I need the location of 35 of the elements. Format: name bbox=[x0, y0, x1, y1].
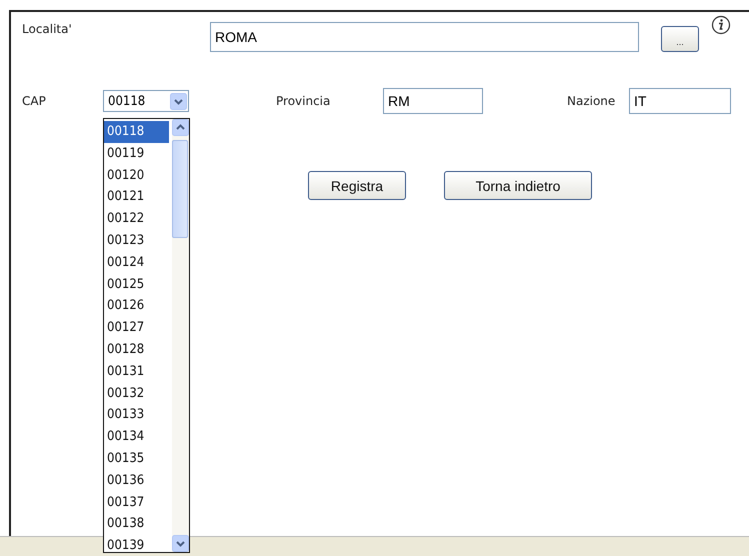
cap-option[interactable]: 00131 bbox=[104, 360, 169, 383]
cap-option[interactable]: 00121 bbox=[104, 186, 169, 208]
provincia-field[interactable]: RM bbox=[383, 88, 483, 114]
cap-option[interactable]: 00120 bbox=[104, 164, 169, 186]
cap-option[interactable]: 00123 bbox=[104, 230, 169, 252]
scroll-up-icon[interactable] bbox=[172, 119, 189, 136]
info-icon[interactable] bbox=[711, 15, 731, 35]
cap-option[interactable]: 00136 bbox=[104, 470, 169, 492]
register-button[interactable]: Registra bbox=[308, 171, 406, 200]
cap-option[interactable]: 00128 bbox=[104, 338, 169, 361]
cap-option[interactable]: 00126 bbox=[104, 295, 169, 318]
cap-option[interactable]: 00135 bbox=[104, 448, 169, 470]
cap-option[interactable]: 00133 bbox=[104, 404, 169, 426]
localita-label: Localita' bbox=[22, 22, 73, 36]
cap-option[interactable]: 00137 bbox=[104, 492, 169, 514]
localita-field[interactable]: ROMA bbox=[210, 22, 639, 52]
cap-option[interactable]: 00132 bbox=[104, 382, 169, 404]
cap-option[interactable]: 00139 bbox=[104, 535, 169, 556]
cap-option[interactable]: 00127 bbox=[104, 317, 169, 339]
browse-button[interactable]: ... bbox=[661, 26, 699, 52]
provincia-label: Provincia bbox=[276, 94, 332, 108]
nazione-field[interactable]: IT bbox=[629, 88, 731, 114]
nazione-label: Nazione bbox=[567, 94, 616, 108]
scroll-down-icon[interactable] bbox=[172, 535, 189, 552]
cap-option[interactable]: 00119 bbox=[104, 142, 169, 165]
back-button[interactable]: Torna indietro bbox=[444, 171, 592, 200]
cap-option[interactable]: 00125 bbox=[104, 274, 169, 296]
cap-option[interactable]: 00122 bbox=[104, 208, 169, 230]
cap-option[interactable]: 00134 bbox=[104, 426, 169, 448]
scrollbar-thumb[interactable] bbox=[172, 140, 188, 238]
cap-dropdown[interactable]: 00118 bbox=[103, 90, 189, 112]
cap-option[interactable]: 00124 bbox=[104, 252, 169, 274]
cap-option[interactable]: 00138 bbox=[104, 513, 169, 536]
cap-label: CAP bbox=[22, 94, 47, 108]
cap-option[interactable]: 00118 bbox=[104, 121, 169, 143]
